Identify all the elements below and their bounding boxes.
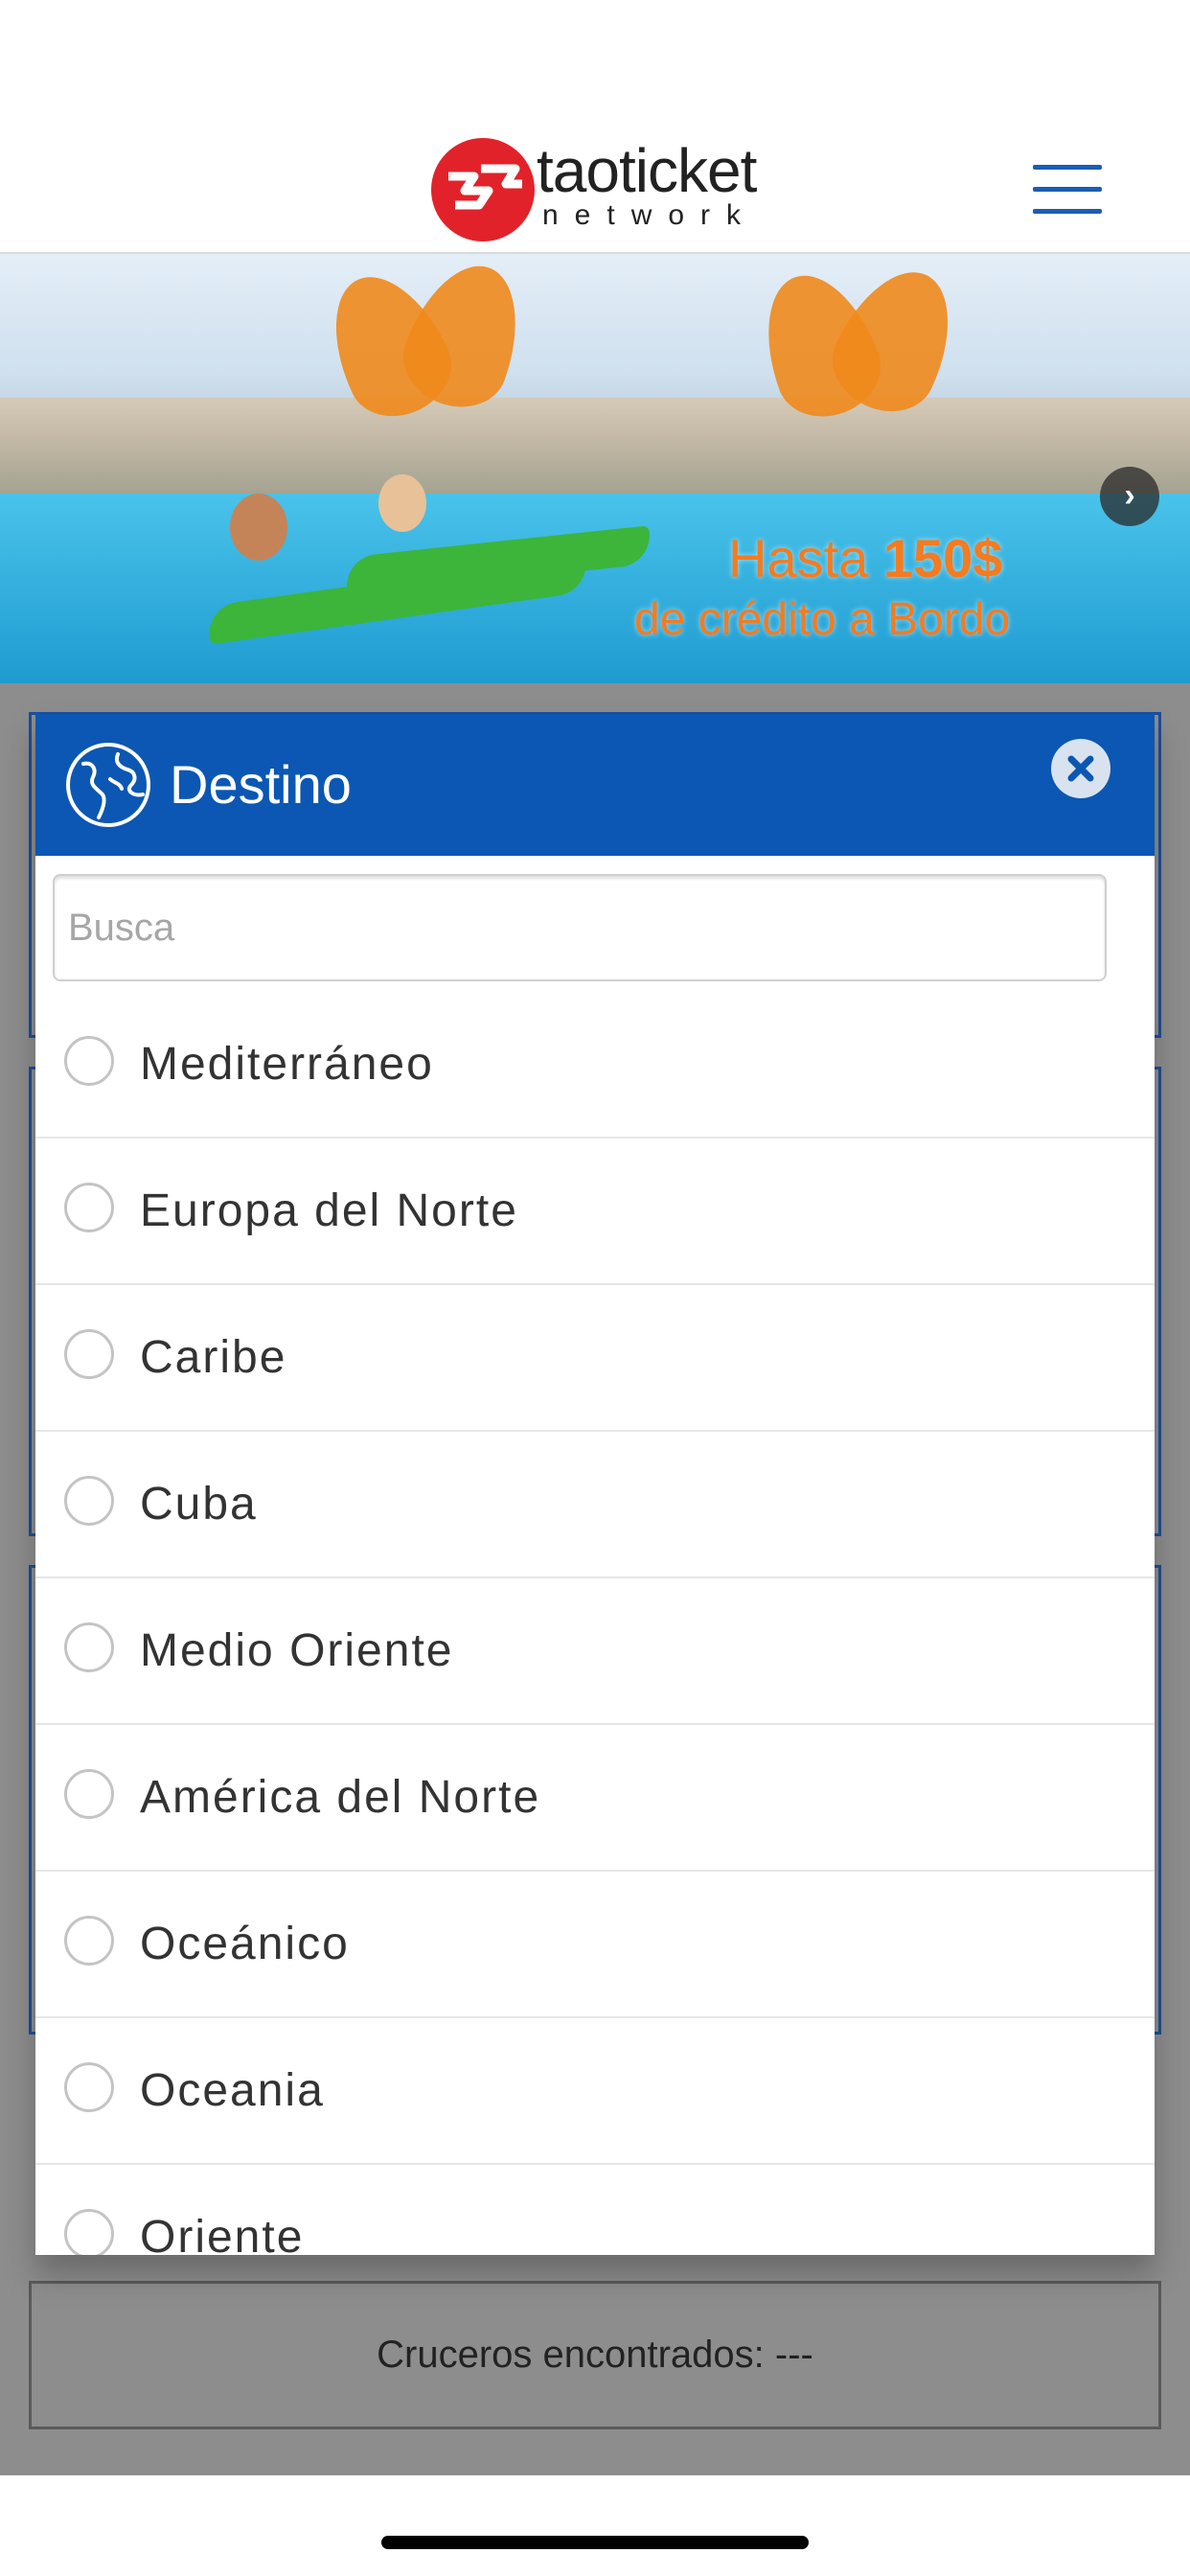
radio-icon[interactable] xyxy=(64,2209,114,2255)
banner-promo-line2: de crédito a Bordo xyxy=(634,594,1011,645)
destination-option-label: Europa del Norte xyxy=(140,1185,518,1236)
destination-option-label: Caribe xyxy=(140,1332,287,1383)
destination-modal: Destino Mediterráneo Europa del Norte Ca… xyxy=(35,714,1155,2255)
radio-icon[interactable] xyxy=(64,1622,114,1672)
hamburger-menu-icon[interactable] xyxy=(1033,165,1102,215)
radio-icon[interactable] xyxy=(64,1036,114,1086)
radio-icon[interactable] xyxy=(64,2062,114,2112)
modal-title: Destino xyxy=(170,754,352,815)
home-indicator[interactable] xyxy=(381,2536,809,2549)
destination-option-label: Oceánico xyxy=(140,1919,350,1969)
radio-icon[interactable] xyxy=(64,1916,114,1966)
chevron-right-icon[interactable]: › xyxy=(1100,467,1159,526)
destination-option[interactable]: Mediterráneo xyxy=(35,992,1155,1138)
destination-option-label: Oriente xyxy=(140,2212,305,2255)
destination-option[interactable]: Oceania xyxy=(35,2018,1155,2165)
destination-option-label: Oceania xyxy=(140,2065,325,2116)
destination-option-label: Mediterráneo xyxy=(140,1039,434,1090)
radio-icon[interactable] xyxy=(64,1769,114,1819)
destination-options-list: Mediterráneo Europa del Norte Caribe Cub… xyxy=(35,992,1155,2255)
destination-option-label: Cuba xyxy=(140,1479,258,1530)
destination-option-label: Medio Oriente xyxy=(140,1625,454,1676)
banner-person-shape xyxy=(230,494,287,561)
search-field xyxy=(53,874,1107,981)
destination-option[interactable]: Caribe xyxy=(35,1285,1155,1432)
radio-icon[interactable] xyxy=(64,1183,114,1232)
destination-option[interactable]: Cuba xyxy=(35,1432,1155,1578)
banner-person-shape xyxy=(378,474,426,532)
search-input[interactable] xyxy=(55,876,1105,979)
radio-icon[interactable] xyxy=(64,1329,114,1379)
modal-header: Destino xyxy=(35,714,1155,856)
destination-option[interactable]: América del Norte xyxy=(35,1725,1155,1872)
promo-banner[interactable]: Hasta 150$ de crédito a Bordo › xyxy=(0,254,1190,683)
destination-option[interactable]: Oriente xyxy=(35,2165,1155,2255)
taoticket-logo[interactable]: taoticket network xyxy=(431,134,762,244)
destination-option[interactable]: Oceánico xyxy=(35,1872,1155,2018)
globe-icon xyxy=(64,741,152,829)
site-header: taoticket network xyxy=(0,0,1190,254)
banner-pool-shape xyxy=(0,494,1190,683)
radio-icon[interactable] xyxy=(64,1476,114,1526)
logo-wordmark: taoticket xyxy=(537,136,757,205)
logo-mark-icon xyxy=(431,138,535,242)
banner-promo-line1: Hasta 150$ xyxy=(728,528,1003,588)
destination-option[interactable]: Europa del Norte xyxy=(35,1138,1155,1285)
bottom-safe-area xyxy=(0,2475,1190,2576)
logo-subtitle: network xyxy=(542,199,758,231)
close-icon[interactable] xyxy=(1051,739,1110,798)
results-count-text: Cruceros encontrados: --- xyxy=(377,2334,813,2376)
results-count-box: Cruceros encontrados: --- xyxy=(29,2281,1161,2429)
destination-option[interactable]: Medio Oriente xyxy=(35,1578,1155,1725)
destination-option-label: América del Norte xyxy=(140,1772,541,1823)
